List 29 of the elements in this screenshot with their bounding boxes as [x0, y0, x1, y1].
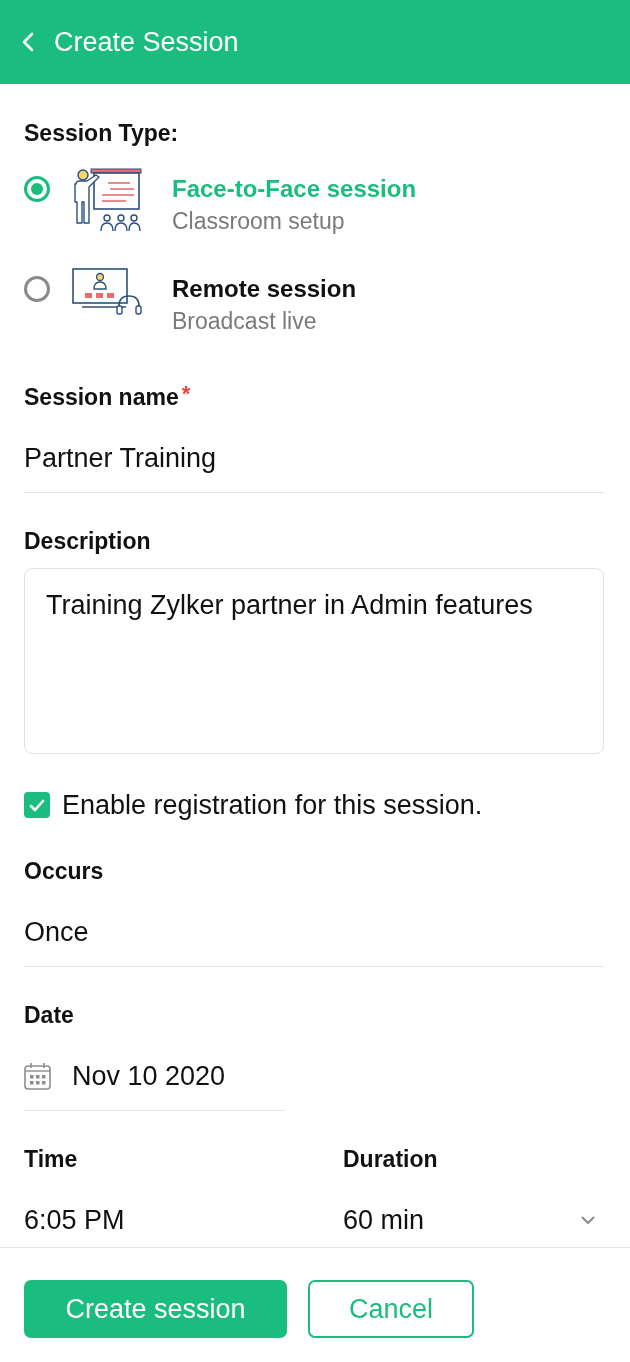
field-label: Session Type: — [24, 119, 180, 147]
field-label: Description — [24, 527, 152, 555]
checkbox-label: Enable registration for this session. — [62, 789, 483, 821]
option-subtitle: Broadcast live — [172, 307, 318, 336]
radio-button[interactable] — [24, 276, 50, 302]
field-label: Occurs — [24, 857, 105, 885]
checkmark-icon — [29, 798, 45, 812]
option-title: Remote session — [172, 274, 357, 304]
field-label: Duration — [343, 1145, 439, 1173]
back-icon[interactable] — [22, 32, 34, 52]
session-name-field[interactable]: Partner Training — [24, 411, 604, 493]
required-mark: * — [181, 383, 191, 405]
page-title: Create Session — [54, 26, 239, 58]
time-field[interactable]: 6:05 PM — [24, 1173, 343, 1247]
occurs-field[interactable]: Once — [24, 885, 604, 967]
field-label: Time — [24, 1145, 79, 1173]
presenter-board-icon — [72, 168, 142, 232]
date-field[interactable]: Nov 10 2020 — [24, 1029, 285, 1111]
duration-select[interactable]: 60 min — [343, 1173, 604, 1247]
checkbox[interactable] — [24, 792, 50, 818]
option-subtitle: Classroom setup — [172, 207, 346, 236]
description-field[interactable]: Training Zylker partner in Admin features — [24, 568, 604, 754]
radio-button[interactable] — [24, 176, 50, 202]
calendar-icon — [24, 1062, 51, 1090]
option-title: Face-to-Face session — [172, 174, 417, 204]
monitor-headset-icon — [72, 268, 142, 316]
field-label: Session name — [24, 383, 179, 411]
field-label: Date — [24, 1001, 75, 1029]
chevron-down-icon — [581, 1215, 595, 1225]
